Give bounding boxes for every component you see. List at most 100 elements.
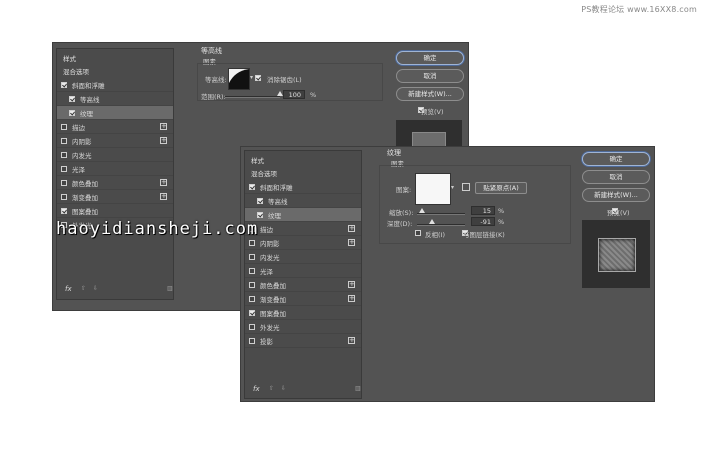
style-list-item[interactable]: 纹理 bbox=[57, 106, 173, 120]
new-style-button[interactable]: 新建样式(W)... bbox=[582, 188, 650, 202]
style-item-label: 光泽 bbox=[72, 165, 85, 174]
new-preset-icon[interactable] bbox=[462, 183, 470, 191]
style-checkbox[interactable] bbox=[61, 179, 67, 186]
ok-button[interactable]: 确定 bbox=[396, 51, 464, 65]
add-instance-icon[interactable]: + bbox=[348, 239, 355, 246]
style-list-item[interactable]: 光泽 bbox=[245, 264, 361, 278]
move-down-icon[interactable]: ⇩ bbox=[281, 385, 286, 392]
style-item-label: 渐变叠加 bbox=[260, 295, 286, 304]
add-instance-icon[interactable]: + bbox=[160, 137, 167, 144]
style-checkbox[interactable] bbox=[61, 81, 67, 88]
style-checkbox[interactable] bbox=[61, 193, 67, 200]
style-item-label: 光泽 bbox=[260, 267, 273, 276]
depth-slider-thumb[interactable] bbox=[429, 219, 435, 224]
style-checkbox[interactable] bbox=[69, 95, 75, 102]
range-label: 范围(R): bbox=[201, 93, 226, 101]
style-list-item[interactable]: 内发光 bbox=[245, 250, 361, 264]
chevron-down-icon[interactable]: ▾ bbox=[250, 74, 253, 81]
style-checkbox[interactable] bbox=[257, 197, 263, 204]
chevron-down-icon[interactable]: ▾ bbox=[451, 184, 454, 191]
style-list-item[interactable]: 投影 + bbox=[245, 334, 361, 348]
style-list-item[interactable]: 颜色叠加 + bbox=[57, 176, 173, 190]
style-item-label: 内阴影 bbox=[72, 137, 92, 146]
style-list-item[interactable]: 外发光 bbox=[245, 320, 361, 334]
anti-alias-checkbox[interactable] bbox=[255, 75, 261, 81]
move-up-icon[interactable]: ⇧ bbox=[81, 285, 86, 292]
style-list-item[interactable]: 内阴影 + bbox=[245, 236, 361, 250]
fx-button[interactable]: fx bbox=[253, 385, 260, 393]
style-checkbox[interactable] bbox=[249, 183, 255, 190]
style-list-item[interactable]: 等高线 bbox=[57, 92, 173, 106]
trash-icon[interactable]: ▥ bbox=[355, 385, 361, 392]
scale-field[interactable]: 15 bbox=[471, 206, 495, 215]
style-checkbox[interactable] bbox=[257, 211, 263, 218]
style-item-label: 描边 bbox=[72, 123, 85, 132]
style-list-item[interactable]: 图案叠加 bbox=[245, 306, 361, 320]
move-down-icon[interactable]: ⇩ bbox=[93, 285, 98, 292]
style-item-label: 投影 bbox=[260, 337, 273, 346]
ok-button[interactable]: 确定 bbox=[582, 152, 650, 166]
style-checkbox[interactable] bbox=[249, 281, 255, 288]
style-list-item[interactable]: 斜面和浮雕 bbox=[245, 180, 361, 194]
watermark-text: PS教程论坛 www.16XX8.com bbox=[581, 5, 697, 14]
blend-options-item[interactable]: 混合选项 bbox=[245, 166, 361, 179]
style-list-item[interactable]: 内发光 bbox=[57, 148, 173, 162]
styles-header: 样式 bbox=[251, 156, 264, 165]
add-instance-icon[interactable]: + bbox=[348, 337, 355, 344]
style-checkbox[interactable] bbox=[249, 337, 255, 344]
fx-button[interactable]: fx bbox=[65, 285, 72, 293]
scale-slider-thumb[interactable] bbox=[419, 208, 425, 213]
style-list-item[interactable]: 等高线 bbox=[245, 194, 361, 208]
style-checkbox[interactable] bbox=[61, 151, 67, 158]
style-item-label: 颜色叠加 bbox=[72, 179, 98, 188]
style-checkbox[interactable] bbox=[61, 123, 67, 130]
add-instance-icon[interactable]: + bbox=[348, 281, 355, 288]
style-checkbox[interactable] bbox=[249, 323, 255, 330]
style-list-item[interactable]: 光泽 bbox=[57, 162, 173, 176]
style-list-item[interactable]: 渐变叠加 + bbox=[57, 190, 173, 204]
style-list-item[interactable]: 内阴影 + bbox=[57, 134, 173, 148]
style-checkbox[interactable] bbox=[249, 295, 255, 302]
pattern-swatch[interactable] bbox=[415, 173, 451, 205]
snap-to-origin-button[interactable]: 贴紧原点(A) bbox=[475, 182, 527, 194]
style-list-item[interactable]: 纹理 bbox=[245, 208, 361, 222]
depth-slider[interactable] bbox=[417, 224, 465, 226]
blend-options-item[interactable]: 混合选项 bbox=[57, 64, 173, 77]
style-checkbox[interactable] bbox=[61, 137, 67, 144]
style-list-item[interactable]: 颜色叠加 + bbox=[245, 278, 361, 292]
style-checkbox[interactable] bbox=[61, 207, 67, 214]
add-instance-icon[interactable]: + bbox=[348, 295, 355, 302]
style-checkbox[interactable] bbox=[249, 309, 255, 316]
style-list-item[interactable]: 斜面和浮雕 bbox=[57, 78, 173, 92]
style-checkbox[interactable] bbox=[69, 109, 75, 116]
cancel-button[interactable]: 取消 bbox=[582, 170, 650, 184]
style-list-item[interactable]: 描边 + bbox=[245, 222, 361, 236]
style-item-label: 斜面和浮雕 bbox=[72, 81, 105, 90]
move-up-icon[interactable]: ⇧ bbox=[269, 385, 274, 392]
style-checkbox[interactable] bbox=[249, 239, 255, 246]
add-instance-icon[interactable]: + bbox=[160, 179, 167, 186]
invert-checkbox[interactable] bbox=[415, 230, 421, 236]
link-with-layer-label: 与图层链接(K) bbox=[463, 231, 505, 239]
style-checkbox[interactable] bbox=[249, 253, 255, 260]
depth-label: 深度(D): bbox=[387, 220, 413, 228]
preview-label: 预览(V) bbox=[421, 108, 444, 116]
add-instance-icon[interactable]: + bbox=[160, 123, 167, 130]
style-list-item[interactable]: 渐变叠加 + bbox=[245, 292, 361, 306]
style-item-label: 图案叠加 bbox=[72, 207, 98, 216]
new-style-button[interactable]: 新建样式(W)... bbox=[396, 87, 464, 101]
style-list-item[interactable]: 描边 + bbox=[57, 120, 173, 134]
cancel-button[interactable]: 取消 bbox=[396, 69, 464, 83]
range-slider[interactable] bbox=[225, 96, 280, 98]
trash-icon[interactable]: ▥ bbox=[167, 285, 173, 292]
style-checkbox[interactable] bbox=[249, 267, 255, 274]
scale-slider[interactable] bbox=[417, 213, 465, 215]
style-checkbox[interactable] bbox=[61, 165, 67, 172]
add-instance-icon[interactable]: + bbox=[348, 225, 355, 232]
range-field[interactable]: 100 bbox=[283, 90, 305, 99]
contour-thumbnail[interactable] bbox=[228, 68, 250, 90]
depth-field[interactable]: -91 bbox=[471, 217, 495, 226]
range-percent: % bbox=[310, 91, 317, 99]
add-instance-icon[interactable]: + bbox=[160, 193, 167, 200]
style-list-item[interactable]: 图案叠加 bbox=[57, 204, 173, 218]
